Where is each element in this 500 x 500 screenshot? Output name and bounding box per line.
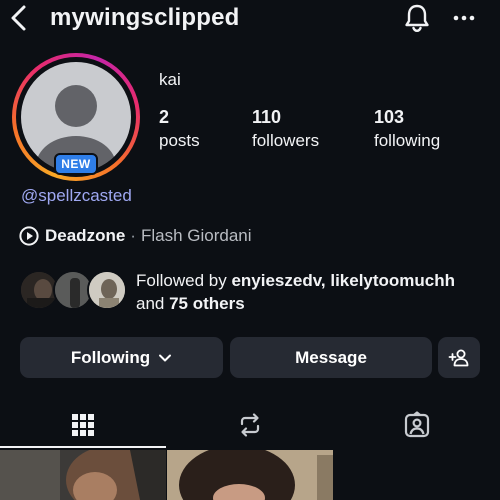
stat-following[interactable]: 103 following <box>374 107 440 151</box>
followed-by-prefix: Followed by <box>136 271 232 290</box>
suggested-users-button[interactable] <box>438 337 480 378</box>
top-bar: mywingsclipped <box>0 0 500 40</box>
follower-avatar <box>87 270 127 310</box>
stat-label: following <box>374 131 441 150</box>
song-title: Deadzone <box>45 226 126 245</box>
separator: · <box>130 226 136 245</box>
stat-label: followers <box>252 131 320 150</box>
followed-by-others: 75 others <box>169 294 245 313</box>
threads-handle-link[interactable]: @spellzcasted <box>21 186 132 206</box>
tab-tagged[interactable] <box>334 402 500 448</box>
message-button-label: Message <box>295 347 367 367</box>
play-circle-icon <box>19 226 39 246</box>
tab-reposts[interactable] <box>167 402 333 448</box>
song-artist: Flash Giordani <box>140 226 252 245</box>
reposts-icon <box>240 413 260 437</box>
followed-by-and: and <box>136 294 170 313</box>
stat-value: 103 <box>374 107 405 127</box>
message-button[interactable]: Message <box>230 337 432 378</box>
posts-grid <box>0 450 500 500</box>
display-name: kai <box>159 70 181 89</box>
post-thumbnail[interactable] <box>167 450 333 500</box>
profile-username: mywingsclipped <box>50 4 240 31</box>
new-badge: NEW <box>54 153 98 175</box>
mutual-followers-avatars[interactable] <box>19 270 129 312</box>
followed-by-names: enyieszedv, likelytoomuchh <box>231 271 456 290</box>
stat-posts[interactable]: 2 posts <box>159 107 200 151</box>
chevron-left-icon[interactable] <box>8 4 32 32</box>
following-button-label: Following <box>70 347 151 367</box>
post-thumbnail[interactable] <box>0 450 166 500</box>
tab-posts-grid[interactable] <box>0 402 166 448</box>
grid-icon <box>72 414 94 436</box>
profile-tabs <box>0 402 500 450</box>
bell-icon[interactable] <box>402 3 432 33</box>
tagged-icon <box>404 411 430 438</box>
stat-followers[interactable]: 110 followers <box>252 107 319 151</box>
more-horizontal-icon[interactable] <box>452 6 476 30</box>
stat-value: 110 <box>252 107 282 127</box>
chevron-down-icon <box>159 354 172 361</box>
profile-music[interactable]: Deadzone · Flash Giordani <box>19 225 252 247</box>
add-person-icon <box>448 349 469 366</box>
stat-label: posts <box>159 131 200 150</box>
followed-by-text[interactable]: Followed by enyieszedv, likelytoomuchh a… <box>136 269 496 315</box>
active-tab-indicator <box>0 446 166 448</box>
stat-value: 2 <box>159 107 170 127</box>
following-button[interactable]: Following <box>20 337 223 378</box>
